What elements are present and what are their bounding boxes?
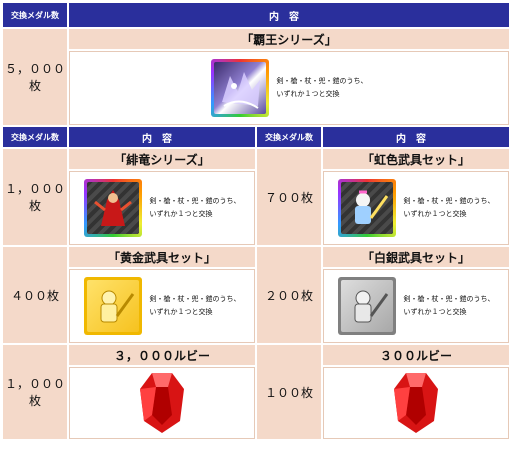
title-hiryu: 「緋竜シリーズ」: [69, 149, 255, 169]
monster-card-icon: [83, 277, 142, 335]
qty-ruby3000: １，０００枚: [3, 345, 67, 439]
qty-niji: ７００枚: [257, 149, 321, 245]
content-header: 内容: [69, 3, 509, 27]
item-body-ruby300: [323, 367, 509, 439]
item-body-haou: 剣・槍・杖・兜・鎧のうち、 いずれか１つと交換: [69, 51, 509, 125]
monster-card-icon: [210, 59, 269, 117]
monster-card-icon: [83, 179, 142, 237]
qty-header-left: 交換メダル数: [3, 127, 67, 147]
grid-exchange-table: 交換メダル数 内容 交換メダル数 内容 １，０００枚 「緋竜シリーズ」 ７００枚…: [1, 125, 511, 441]
content-header-right: 内容: [323, 127, 509, 147]
qty-header-right: 交換メダル数: [257, 127, 321, 147]
qty-ruby300: １００枚: [257, 345, 321, 439]
item-body-hakugin: 剣・槍・杖・兜・鎧のうち、 いずれか１つと交換: [323, 269, 509, 343]
item-desc-hakugin: 剣・槍・杖・兜・鎧のうち、 いずれか１つと交換: [403, 295, 495, 316]
title-niji: 「虹色武具セット」: [323, 149, 509, 169]
title-ruby300: ３００ルビー: [323, 345, 509, 365]
item-body-ougon: 剣・槍・杖・兜・鎧のうち、 いずれか１つと交換: [69, 269, 255, 343]
item-desc-ougon: 剣・槍・杖・兜・鎧のうち、 いずれか１つと交換: [149, 295, 241, 316]
qty-hiryu: １，０００枚: [3, 149, 67, 245]
monster-card-icon: [337, 179, 396, 237]
medal-exchange-page: 交換メダル数 内容 ５，０００枚 「覇王シリーズ」 剣・槍・杖・兜・鎧のうち、 …: [1, 1, 511, 455]
item-desc-haou: 剣・槍・杖・兜・鎧のうち、 いずれか１つと交換: [276, 77, 368, 98]
title-hakugin: 「白銀武具セット」: [323, 247, 509, 267]
monster-card-icon: [337, 277, 396, 335]
qty-haou: ５，０００枚: [3, 29, 67, 125]
item-desc-niji: 剣・槍・杖・兜・鎧のうち、 いずれか１つと交換: [403, 197, 495, 218]
item-body-ruby3000: [69, 367, 255, 439]
title-ruby3000: ３，０００ルビー: [69, 345, 255, 365]
item-body-niji: 剣・槍・杖・兜・鎧のうち、 いずれか１つと交換: [323, 171, 509, 245]
item-body-hiryu: 剣・槍・杖・兜・鎧のうち、 いずれか１つと交換: [69, 171, 255, 245]
qty-hakugin: ２００枚: [257, 247, 321, 343]
top-exchange-table: 交換メダル数 内容 ５，０００枚 「覇王シリーズ」 剣・槍・杖・兜・鎧のうち、 …: [1, 1, 511, 127]
qty-ougon: ４００枚: [3, 247, 67, 343]
ruby-gem-icon: [140, 373, 184, 433]
qty-header: 交換メダル数: [3, 3, 67, 27]
title-ougon: 「黄金武具セット」: [69, 247, 255, 267]
title-haou: 「覇王シリーズ」: [69, 29, 509, 49]
content-header-left: 内容: [69, 127, 255, 147]
ruby-gem-icon: [394, 373, 438, 433]
item-desc-hiryu: 剣・槍・杖・兜・鎧のうち、 いずれか１つと交換: [149, 197, 241, 218]
